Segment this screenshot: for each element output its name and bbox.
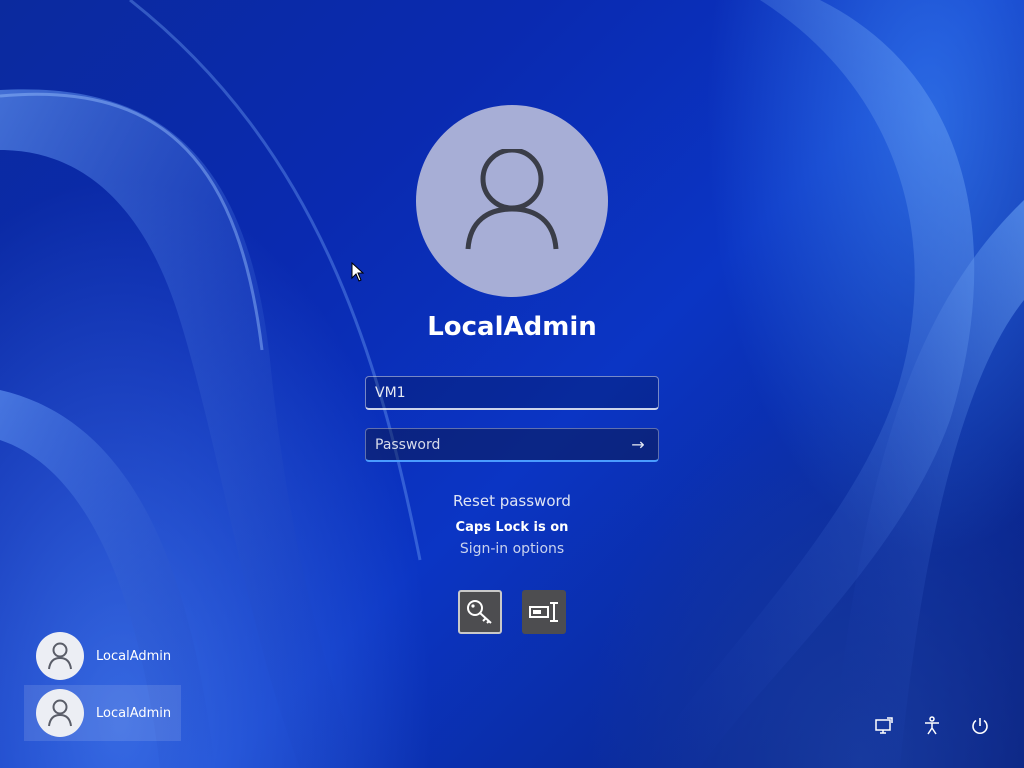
user-list-item-label: LocalAdmin (96, 648, 172, 664)
person-icon (48, 642, 72, 670)
mouse-cursor-icon (351, 261, 365, 286)
user-list-item[interactable]: LocalAdmin (24, 628, 181, 684)
password-field-container: → (365, 428, 659, 462)
reset-password-link[interactable]: Reset password (312, 492, 712, 510)
user-avatar-large (416, 105, 608, 297)
smartcard-icon (529, 602, 558, 622)
person-icon (465, 149, 559, 250)
arrow-right-icon[interactable]: → (627, 435, 649, 454)
accessibility-icon[interactable] (920, 714, 944, 738)
user-list-item-selected[interactable]: LocalAdmin (24, 685, 181, 741)
sign-in-options-link[interactable]: Sign-in options (312, 541, 712, 557)
domain-field[interactable]: VM1 (365, 376, 659, 410)
power-icon[interactable] (968, 714, 992, 738)
avatar (36, 632, 84, 680)
username-title: LocalAdmin (427, 312, 597, 342)
network-icon[interactable] (872, 714, 896, 738)
smartcard-option-button[interactable] (522, 590, 566, 634)
person-icon (48, 699, 72, 727)
user-list-item-label: LocalAdmin (96, 705, 172, 721)
domain-value: VM1 (375, 384, 406, 401)
password-option-button[interactable] (458, 590, 502, 634)
password-input[interactable] (375, 436, 615, 453)
caps-lock-warning: Caps Lock is on (455, 520, 569, 535)
key-icon (467, 600, 492, 624)
avatar (36, 689, 84, 737)
